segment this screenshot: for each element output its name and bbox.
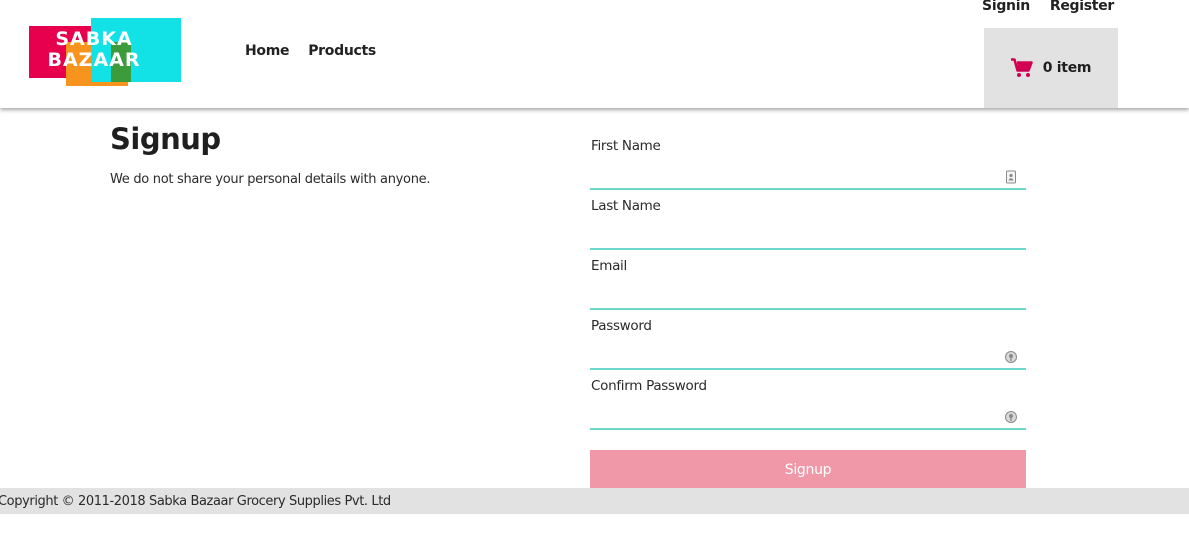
confirm-password-field: Confirm Password [590,370,1026,430]
main-nav: Home Products [245,43,376,59]
register-link[interactable]: Register [1050,0,1114,14]
cart-count: 0 item [1042,60,1092,76]
logo-line-1: SABKA [55,28,133,50]
page-title: Signup [110,122,221,156]
page-subtitle: We do not share your personal details wi… [110,172,431,187]
site-footer: Copyright © 2011-2018 Sabka Bazaar Groce… [0,488,1189,514]
auth-links: Signin Register [982,0,1114,14]
logo-text: SABKA BAZAAR [29,29,159,71]
first-name-field: First Name [590,130,1026,190]
signup-button[interactable]: Signup [590,450,1026,490]
password-field: Password [590,310,1026,370]
key-icon[interactable] [1004,410,1018,424]
cart-icon [1010,58,1033,77]
cart-button[interactable]: 0 item [984,28,1118,108]
key-icon[interactable] [1004,350,1018,364]
last-name-field: Last Name [590,190,1026,250]
first-name-input[interactable] [590,130,1026,188]
password-input[interactable] [590,310,1026,368]
copyright-text: Copyright © 2011-2018 Sabka Bazaar Groce… [0,493,391,509]
last-name-input[interactable] [590,190,1026,248]
contact-card-icon[interactable] [1004,170,1018,184]
signin-link[interactable]: Signin [982,0,1030,14]
email-input[interactable] [590,250,1026,308]
nav-products-link[interactable]: Products [308,43,376,59]
site-header: SABKA BAZAAR Home Products Signin Regist… [0,0,1189,108]
nav-home-link[interactable]: Home [245,43,290,59]
logo[interactable]: SABKA BAZAAR [29,18,181,86]
confirm-password-input[interactable] [590,370,1026,428]
signup-form: First Name Last Name Email Password Conf… [590,130,1026,490]
logo-line-2: BAZAAR [47,49,141,71]
email-field: Email [590,250,1026,310]
signup-intro: Signup We do not share your personal det… [110,122,430,187]
